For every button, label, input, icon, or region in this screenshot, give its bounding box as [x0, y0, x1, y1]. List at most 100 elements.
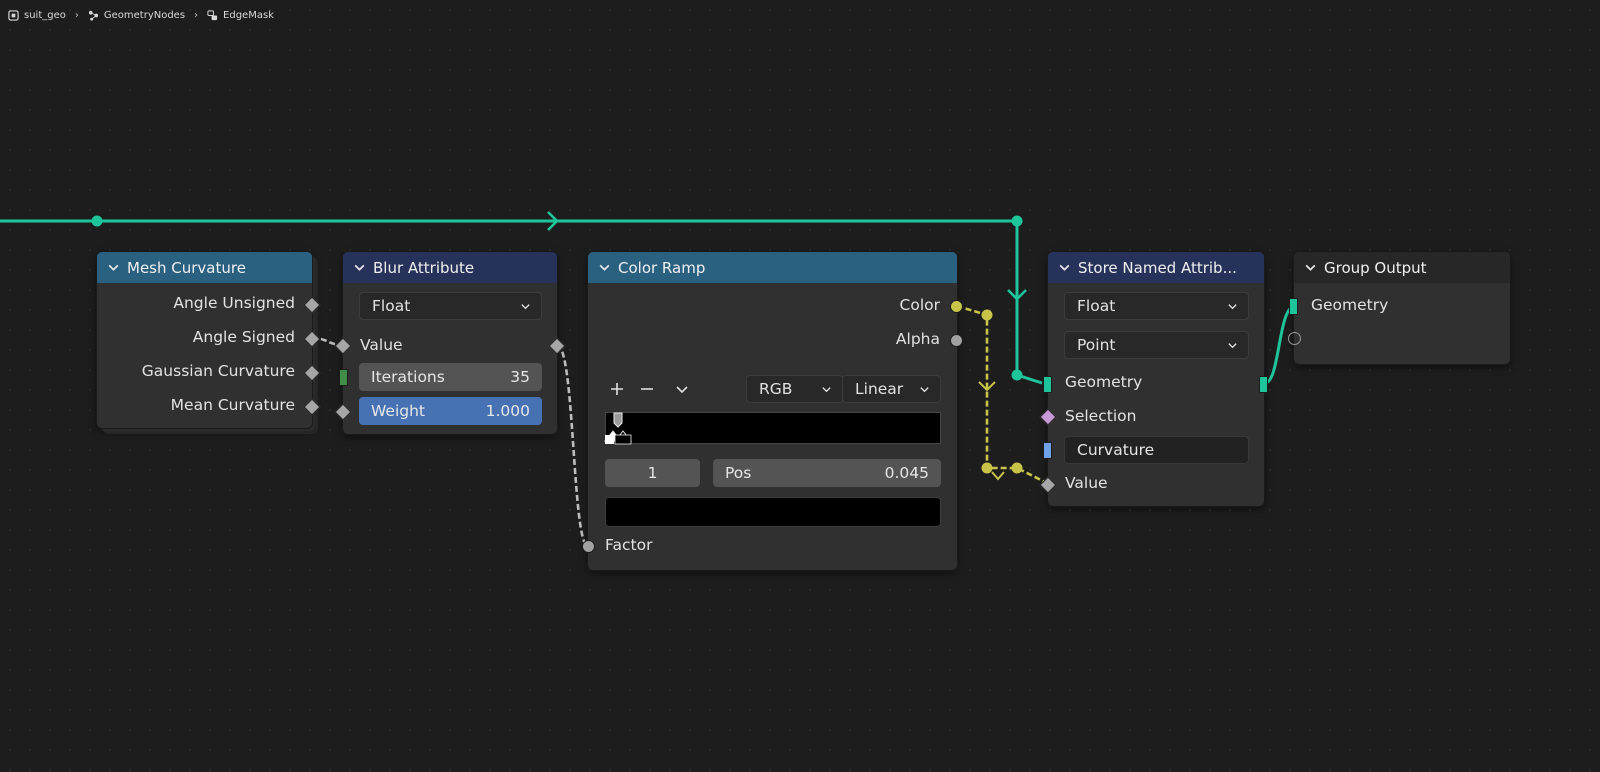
node-title: Mesh Curvature [127, 258, 246, 277]
plus-icon [611, 383, 623, 395]
chevron-down-icon[interactable] [1304, 261, 1317, 274]
socket-geometry-output[interactable] [1259, 376, 1268, 393]
node-store-named-attribute[interactable]: Store Named Attrib... Float Point Geomet… [1039, 252, 1268, 506]
node-header[interactable]: Color Ramp [588, 252, 957, 283]
stop-color-swatch[interactable] [605, 497, 941, 527]
breadcrumb-label: EdgeMask [223, 9, 274, 21]
stop-position-field[interactable]: Pos 0.045 [713, 459, 941, 487]
node-header[interactable]: Store Named Attrib... [1048, 252, 1264, 283]
flow-arrow-icon [1007, 289, 1027, 301]
domain-dropdown[interactable]: Point [1064, 331, 1249, 359]
breadcrumb-item-node-group[interactable]: EdgeMask [207, 10, 274, 21]
socket-value-input[interactable] [1039, 476, 1057, 494]
socket-value-input[interactable] [334, 337, 352, 355]
geometry-nodes-icon [88, 10, 98, 21]
color-ramp-gradient[interactable] [603, 412, 941, 445]
node-header[interactable]: Mesh Curvature [97, 252, 312, 283]
dropdown-value: Point [1077, 336, 1116, 354]
node-group-output[interactable]: Group Output Geometry [1288, 252, 1510, 364]
socket-geometry-input[interactable] [1289, 298, 1298, 315]
socket-angle-signed[interactable] [303, 330, 321, 348]
reroute-dot [91, 215, 103, 227]
chevron-down-icon [521, 303, 530, 309]
weight-field[interactable]: Weight 1.000 [359, 397, 542, 425]
chevron-down-icon [1228, 342, 1237, 348]
socket-angle-unsigned[interactable] [303, 296, 321, 314]
chevron-down-icon [676, 386, 688, 394]
socket-weight-input[interactable] [334, 403, 352, 421]
geometry-link [1016, 373, 1043, 385]
chevron-down-icon[interactable] [598, 261, 611, 274]
breadcrumb-item-modifier[interactable]: GeometryNodes [88, 10, 185, 21]
node-title: Color Ramp [618, 258, 706, 277]
node-color-ramp[interactable]: Color Ramp Color Alpha RGB Linear 1 Pos … [582, 252, 963, 570]
dropdown-value: Linear [855, 380, 904, 398]
input-geometry-label: Geometry [1065, 373, 1143, 391]
socket-gaussian-curvature[interactable] [303, 364, 321, 382]
node-title: Store Named Attrib... [1078, 258, 1237, 277]
socket-empty-input[interactable] [1288, 332, 1301, 345]
data-type-dropdown[interactable]: Float [1064, 292, 1249, 320]
flow-arrow-icon [991, 471, 1005, 481]
input-selection-label: Selection [1065, 407, 1137, 425]
output-angle-unsigned: Angle Unsigned [173, 294, 295, 312]
node-header[interactable]: Blur Attribute [343, 252, 557, 283]
color-stop-handles[interactable] [601, 411, 639, 447]
remove-stop-button[interactable] [635, 377, 659, 401]
data-type-dropdown[interactable]: Float [359, 292, 542, 320]
object-icon [8, 9, 19, 21]
reroute-dot [1011, 369, 1023, 381]
add-stop-button[interactable] [605, 377, 629, 401]
chevron-down-icon[interactable] [107, 261, 120, 274]
node-title: Blur Attribute [373, 258, 475, 277]
socket-selection-input[interactable] [1039, 408, 1057, 426]
socket-iterations-input[interactable] [339, 369, 348, 386]
field-value: 35 [510, 368, 530, 386]
color-mode-dropdown[interactable]: RGB [746, 375, 843, 403]
field-label: Iterations [371, 368, 445, 386]
geometry-link-output [1264, 304, 1296, 385]
stop-index-field[interactable]: 1 [605, 459, 700, 487]
flow-arrow-icon [978, 381, 996, 392]
chevron-down-icon [920, 386, 929, 392]
node-blur-attribute[interactable]: Blur Attribute Float Value Iterations 35… [334, 252, 566, 434]
output-mean-curvature: Mean Curvature [170, 396, 295, 414]
socket-value-output[interactable] [548, 337, 566, 355]
field-value: 1.000 [485, 402, 530, 420]
output-gaussian-curvature: Gaussian Curvature [141, 362, 295, 380]
field-value: Curvature [1077, 441, 1155, 459]
socket-color-output[interactable] [950, 300, 963, 313]
node-mesh-curvature[interactable]: Mesh Curvature Angle Unsigned Angle Sign… [97, 252, 321, 428]
socket-geometry-input[interactable] [1043, 376, 1052, 393]
breadcrumb-item-object[interactable]: suit_geo [8, 10, 66, 21]
attribute-name-input[interactable]: Curvature [1064, 436, 1249, 464]
input-geometry-label: Geometry [1311, 296, 1389, 314]
field-label: Weight [371, 402, 426, 420]
breadcrumb-label: GeometryNodes [103, 9, 186, 21]
socket-name-input[interactable] [1043, 442, 1052, 459]
reroute-dot [1011, 462, 1023, 474]
breadcrumb-label: suit_geo [24, 9, 66, 21]
color-link [956, 304, 1050, 486]
dropdown-value: RGB [759, 380, 793, 398]
iterations-field[interactable]: Iterations 35 [359, 363, 542, 391]
output-alpha-label: Alpha [895, 330, 940, 348]
output-color-label: Color [899, 296, 940, 314]
node-title: Group Output [1324, 258, 1427, 277]
node-header[interactable]: Group Output [1294, 252, 1510, 283]
socket-alpha-output[interactable] [950, 334, 963, 347]
chevron-down-icon[interactable] [353, 261, 366, 274]
socket-mean-curvature[interactable] [303, 398, 321, 416]
socket-factor-input[interactable] [582, 540, 595, 553]
dropdown-value: Float [372, 297, 411, 315]
field-value: 1 [647, 464, 658, 482]
dropdown-value: Float [1077, 297, 1116, 315]
interpolation-dropdown[interactable]: Linear [842, 375, 941, 403]
chevron-right-icon: › [74, 9, 79, 21]
reroute-dot [981, 462, 993, 474]
ramp-menu-button[interactable] [670, 377, 694, 401]
chevron-down-icon[interactable] [1058, 261, 1071, 274]
field-value: 0.045 [884, 464, 929, 482]
flow-arrow-icon [547, 211, 559, 231]
chevron-right-icon: › [194, 9, 199, 21]
